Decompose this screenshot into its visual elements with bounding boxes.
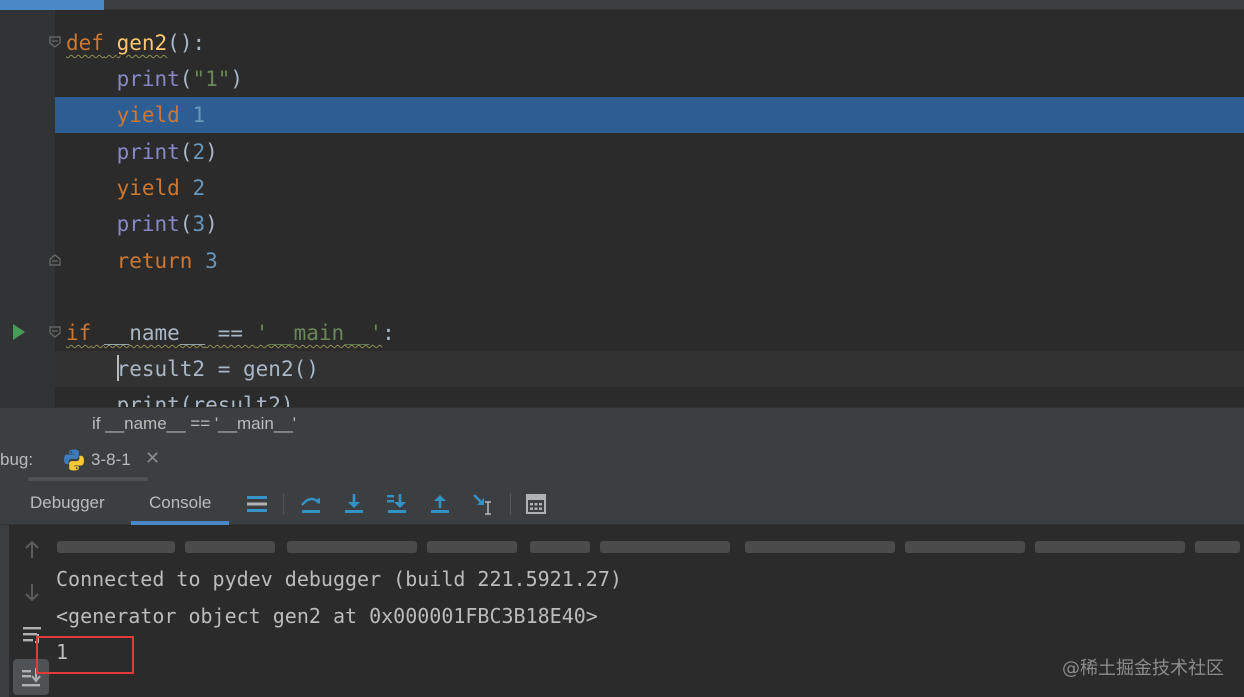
code-token: print: [66, 140, 180, 164]
code-token: ): [205, 140, 218, 164]
run-gutter-icon[interactable]: [11, 322, 27, 342]
tab-console-label: Console: [149, 493, 212, 512]
evaluate-expression-icon[interactable]: [524, 492, 548, 516]
code-token: print(result2): [66, 393, 294, 407]
code-line-current-execution[interactable]: yield 1: [55, 97, 1244, 133]
editor-gutter[interactable]: [0, 10, 55, 407]
run-to-cursor-icon[interactable]: [471, 492, 495, 516]
active-tab-indicator: [0, 0, 104, 10]
code-token: :: [382, 321, 395, 345]
code-token: 2: [192, 140, 206, 164]
annotation-highlight-box: [36, 636, 134, 674]
redacted-command-line: [55, 537, 1244, 553]
code-editor[interactable]: def gen2(): print("1") yield 1 print(2) …: [0, 0, 1244, 407]
tab-console[interactable]: Console: [131, 483, 230, 525]
close-icon[interactable]: ✕: [145, 448, 160, 469]
left-tool-stripe: [0, 525, 9, 697]
code-line[interactable]: return 3: [55, 243, 1244, 279]
code-line[interactable]: print(2): [55, 134, 1244, 170]
code-token: return: [66, 249, 193, 273]
code-token: print: [66, 212, 180, 236]
debug-tool-window-header: bug: 3-8-1 ✕: [0, 439, 1244, 483]
console-output-line: Connected to pydev debugger (build 221.5…: [56, 567, 622, 591]
code-token: 2: [192, 176, 206, 200]
code-token: (: [179, 212, 193, 236]
step-into-icon[interactable]: [342, 492, 366, 516]
code-line[interactable]: print(result2): [55, 387, 1244, 407]
code-token: "1": [192, 67, 231, 91]
step-out-icon[interactable]: [428, 492, 452, 516]
code-token: result2 = gen2(): [116, 357, 319, 381]
watermark: @稀土掘金技术社区: [1062, 658, 1224, 679]
code-token: 1: [192, 103, 206, 127]
code-token: 3: [192, 212, 206, 236]
arrow-down-icon[interactable]: [20, 580, 44, 604]
tab-debugger[interactable]: Debugger: [12, 483, 123, 525]
editor-tab-strip: [0, 0, 1244, 10]
toolbar-separator: [510, 493, 511, 515]
code-token: __name__: [103, 321, 206, 345]
code-token: def: [66, 31, 104, 55]
code-token: ==: [205, 321, 256, 345]
step-into-my-code-icon[interactable]: [385, 492, 409, 516]
arrow-up-icon[interactable]: [20, 538, 44, 562]
code-token: yield: [66, 103, 180, 127]
code-token: 3: [205, 249, 218, 273]
breadcrumb-item[interactable]: if __name__ == '__main__': [92, 408, 296, 440]
code-line[interactable]: yield 2: [55, 170, 1244, 206]
console-output-line: <generator object gen2 at 0x000001FBC3B1…: [56, 604, 598, 628]
code-token: gen2: [116, 31, 168, 55]
code-token: ): [205, 212, 218, 236]
toolbar-separator: [283, 493, 284, 515]
debug-tool-window-title: bug:: [0, 450, 34, 469]
code-line-def[interactable]: def gen2():: [55, 25, 1244, 61]
code-token: (: [179, 140, 193, 164]
python-icon: [64, 449, 84, 471]
debug-toolbar: Debugger Console: [0, 483, 1244, 525]
code-token: (: [179, 67, 193, 91]
code-line[interactable]: print(3): [55, 206, 1244, 242]
code-token: print: [66, 67, 180, 91]
code-token: ():: [167, 31, 206, 55]
run-config-tab[interactable]: 3-8-1 ✕: [55, 439, 175, 483]
code-line-main-guard[interactable]: if __name__ == '__main__':: [55, 315, 1244, 351]
run-config-name: 3-8-1: [91, 450, 131, 469]
code-line-caret[interactable]: result2 = gen2(): [55, 351, 1244, 387]
code-token: yield: [66, 176, 180, 200]
step-over-icon[interactable]: [299, 492, 323, 516]
code-token: '__main__': [255, 321, 383, 345]
code-token: if: [66, 321, 92, 345]
code-token: ): [230, 67, 244, 91]
breadcrumb[interactable]: if __name__ == '__main__': [0, 407, 1244, 439]
code-line[interactable]: print("1"): [55, 61, 1244, 97]
tab-debugger-label: Debugger: [30, 493, 105, 512]
show-execution-point-icon[interactable]: [245, 492, 269, 516]
